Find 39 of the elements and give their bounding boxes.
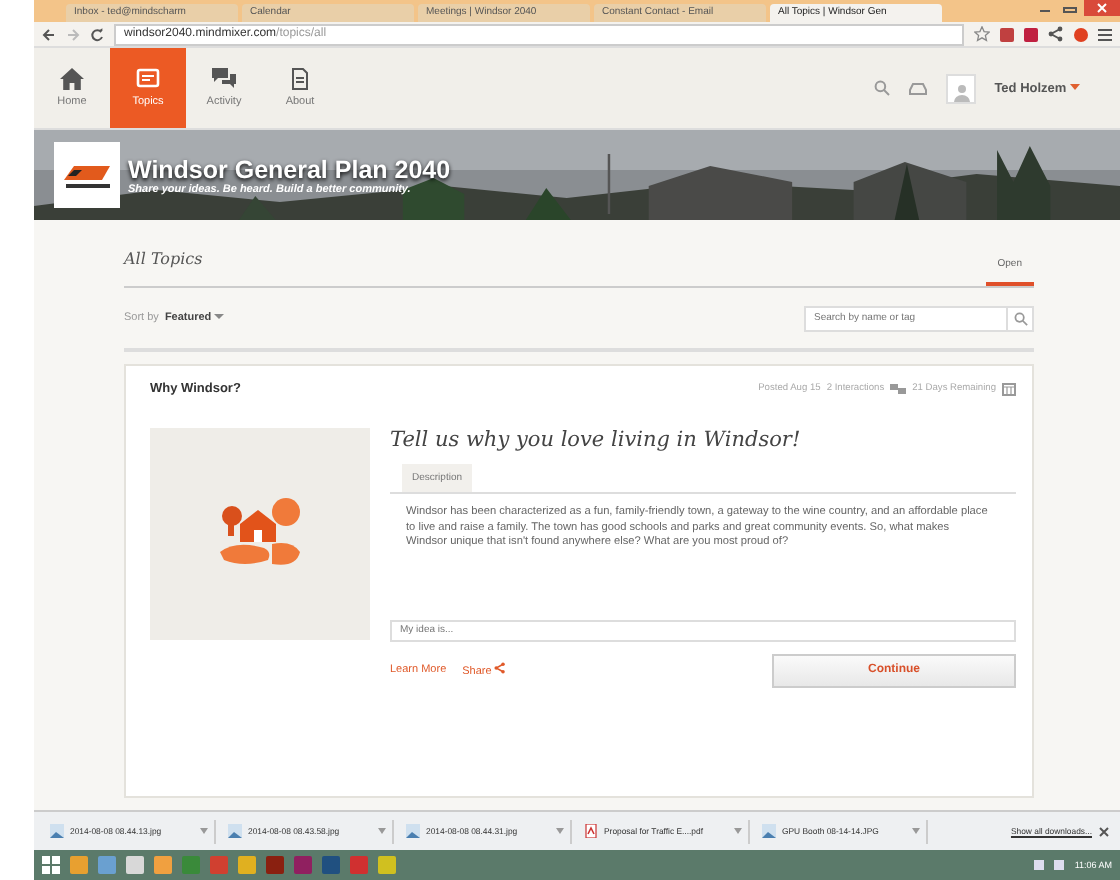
logo-icon (54, 142, 120, 208)
site-title: Windsor General Plan 2040 (128, 155, 451, 183)
image-file-icon (762, 824, 776, 838)
search-icon[interactable] (874, 80, 891, 96)
topic-headline: Tell us why you love living in Windsor! (390, 428, 803, 452)
forward-icon[interactable] (66, 27, 80, 41)
avatar-icon[interactable] (946, 73, 977, 103)
home-icon (60, 68, 84, 90)
search-icon (1013, 311, 1027, 325)
document-icon (288, 68, 312, 90)
caret-icon[interactable] (200, 828, 208, 834)
back-icon[interactable] (42, 27, 56, 41)
close-icon (1094, 2, 1110, 14)
calendar-icon (1002, 382, 1016, 396)
caret-icon[interactable] (378, 828, 386, 834)
star-icon[interactable] (974, 26, 990, 42)
image-file-icon (50, 824, 64, 838)
chat-icon (212, 68, 236, 90)
chat-icon (890, 384, 907, 394)
page-heading: All Topics (124, 250, 203, 272)
image-file-icon (406, 824, 420, 838)
caret-icon[interactable] (734, 828, 742, 834)
share-icon[interactable] (1048, 26, 1064, 42)
topics-icon (136, 68, 160, 90)
caret-icon (1070, 83, 1080, 91)
close-icon[interactable] (1098, 825, 1110, 837)
caret-icon[interactable] (912, 828, 920, 834)
caret-icon[interactable] (556, 828, 564, 834)
menu-icon[interactable] (1098, 27, 1112, 41)
close-button[interactable] (1084, 0, 1120, 16)
image-file-icon (228, 824, 242, 838)
extension-icon[interactable] (1074, 27, 1088, 41)
caret-icon (214, 312, 225, 320)
start-icon[interactable] (42, 856, 60, 874)
share-icon (494, 662, 507, 674)
extension-icon[interactable] (1000, 27, 1014, 41)
search-button[interactable] (1008, 305, 1034, 331)
reload-icon[interactable] (90, 27, 104, 41)
pdf-file-icon (584, 824, 598, 838)
